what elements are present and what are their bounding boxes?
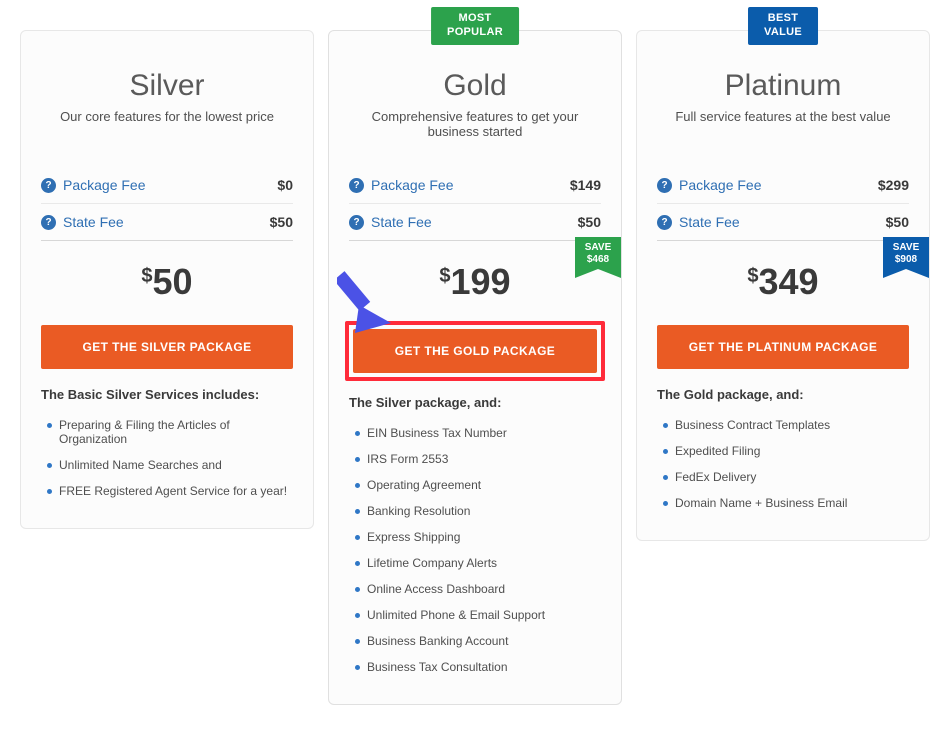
plan-total-amount: 199	[451, 261, 511, 302]
save-label: SAVE	[585, 242, 612, 253]
fee-value: $299	[878, 177, 909, 193]
plan-name: Silver	[41, 69, 293, 103]
features-list: EIN Business Tax Number IRS Form 2553 Op…	[349, 420, 601, 680]
plan-total-amount: 50	[153, 261, 193, 302]
pricing-row: Silver Our core features for the lowest …	[20, 30, 930, 705]
save-amount: $908	[895, 254, 917, 265]
fee-row-package: ? Package Fee $0	[41, 167, 293, 204]
fee-label: State Fee	[679, 214, 740, 230]
cta-button-platinum[interactable]: GET THE PLATINUM PACKAGE	[657, 325, 909, 369]
plan-tagline: Full service features at the best value	[657, 109, 909, 143]
fee-label: Package Fee	[679, 177, 762, 193]
fee-section: ? Package Fee $0 ? State Fee $50	[41, 167, 293, 241]
badge-most-popular: MOST POPULAR	[431, 7, 519, 45]
fee-row-package: ? Package Fee $149	[349, 167, 601, 204]
plan-card-silver: Silver Our core features for the lowest …	[20, 30, 314, 529]
plan-card-platinum: BEST VALUE Platinum Full service feature…	[636, 30, 930, 541]
plan-total: SAVE $908 $349	[657, 241, 909, 325]
help-icon[interactable]: ?	[41, 215, 56, 230]
help-icon[interactable]: ?	[657, 178, 672, 193]
feature-item: Preparing & Filing the Articles of Organ…	[41, 412, 293, 452]
plan-total: SAVE $468 $199	[349, 241, 601, 325]
feature-item: Unlimited Name Searches and	[41, 452, 293, 478]
feature-item: Business Contract Templates	[657, 412, 909, 438]
cta-button-silver[interactable]: GET THE SILVER PACKAGE	[41, 325, 293, 369]
fee-row-state: ? State Fee $50	[41, 204, 293, 241]
save-ribbon: SAVE $908	[883, 237, 929, 278]
fee-label: Package Fee	[371, 177, 454, 193]
feature-item: Banking Resolution	[349, 498, 601, 524]
feature-item: Expedited Filing	[657, 438, 909, 464]
feature-item: EIN Business Tax Number	[349, 420, 601, 446]
feature-item: Unlimited Phone & Email Support	[349, 602, 601, 628]
feature-item: Express Shipping	[349, 524, 601, 550]
feature-item: Online Access Dashboard	[349, 576, 601, 602]
plan-name: Gold	[349, 69, 601, 103]
help-icon[interactable]: ?	[657, 215, 672, 230]
plan-name: Platinum	[657, 69, 909, 103]
fee-section: ? Package Fee $149 ? State Fee $50	[349, 167, 601, 241]
help-icon[interactable]: ?	[349, 215, 364, 230]
cta-highlight-frame: GET THE GOLD PACKAGE	[345, 321, 605, 381]
badge-best-value: BEST VALUE	[748, 7, 818, 45]
fee-value: $50	[270, 214, 293, 230]
feature-item: FedEx Delivery	[657, 464, 909, 490]
fee-section: ? Package Fee $299 ? State Fee $50	[657, 167, 909, 241]
feature-item: Lifetime Company Alerts	[349, 550, 601, 576]
feature-item: Business Banking Account	[349, 628, 601, 654]
fee-row-state: ? State Fee $50	[657, 204, 909, 241]
feature-item: IRS Form 2553	[349, 446, 601, 472]
save-label: SAVE	[893, 242, 920, 253]
help-icon[interactable]: ?	[349, 178, 364, 193]
plan-total-amount: 349	[759, 261, 819, 302]
cta-button-gold[interactable]: GET THE GOLD PACKAGE	[353, 329, 597, 373]
features-heading: The Basic Silver Services includes:	[41, 387, 293, 402]
features-list: Preparing & Filing the Articles of Organ…	[41, 412, 293, 504]
fee-label: State Fee	[371, 214, 432, 230]
fee-value: $0	[277, 177, 293, 193]
features-list: Business Contract Templates Expedited Fi…	[657, 412, 909, 516]
save-amount: $468	[587, 254, 609, 265]
plan-tagline: Our core features for the lowest price	[41, 109, 293, 143]
fee-label: Package Fee	[63, 177, 146, 193]
save-ribbon: SAVE $468	[575, 237, 621, 278]
features-heading: The Silver package, and:	[349, 395, 601, 410]
plan-tagline: Comprehensive features to get your busin…	[349, 109, 601, 143]
plan-total: $50	[41, 241, 293, 325]
feature-item: Operating Agreement	[349, 472, 601, 498]
fee-row-state: ? State Fee $50	[349, 204, 601, 241]
plan-card-gold: MOST POPULAR Gold Comprehensive features…	[328, 30, 622, 705]
feature-item: Domain Name + Business Email	[657, 490, 909, 516]
fee-value: $50	[578, 214, 601, 230]
feature-item: FREE Registered Agent Service for a year…	[41, 478, 293, 504]
fee-row-package: ? Package Fee $299	[657, 167, 909, 204]
fee-value: $50	[886, 214, 909, 230]
fee-value: $149	[570, 177, 601, 193]
features-heading: The Gold package, and:	[657, 387, 909, 402]
fee-label: State Fee	[63, 214, 124, 230]
feature-item: Business Tax Consultation	[349, 654, 601, 680]
help-icon[interactable]: ?	[41, 178, 56, 193]
